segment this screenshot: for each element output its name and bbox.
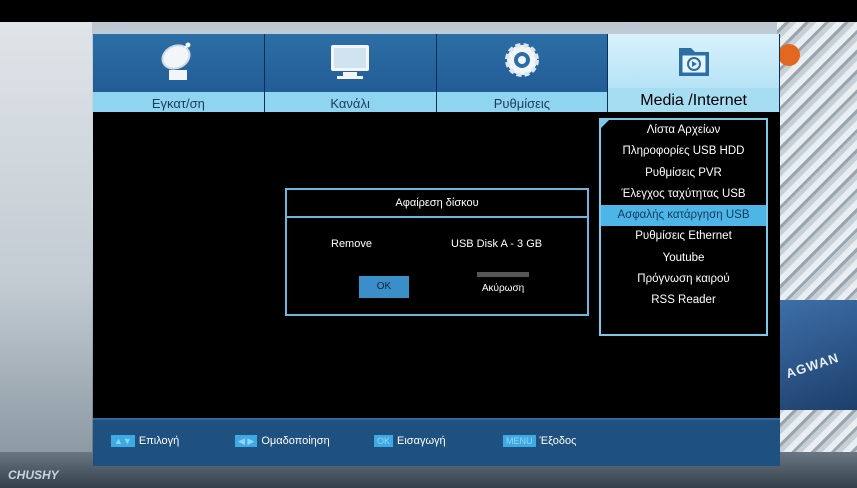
menu-item-usb-speed-test[interactable]: Έλεγχος ταχύτητας USB <box>601 184 766 205</box>
background-orange-logo <box>778 44 800 66</box>
hint-group: ◀ ▶ Ομαδοποίηση <box>235 435 330 447</box>
background-banner: AGWAN <box>779 300 857 410</box>
dialog-title: Αφαίρεση δίσκου <box>287 190 587 218</box>
hint-exit: MENU Έξοδος <box>503 435 576 447</box>
media-submenu: Λίστα Αρχείων Πληροφορίες USB HDD Ρυθμίσ… <box>599 118 768 336</box>
osd-window: Εγκατ/ση Κανάλι Ρυθμίσεις Media /Interne… <box>93 34 780 466</box>
menu-item-file-list[interactable]: Λίστα Αρχείων <box>601 120 766 141</box>
footer-hint-bar: ▲▼ Επιλογή ◀ ▶ Ομαδοποίηση OK Εισαγωγή M… <box>93 418 780 466</box>
tab-installation[interactable]: Εγκατ/ση <box>93 34 265 112</box>
tab-channel-label: Κανάλι <box>330 96 370 111</box>
tab-media-internet-label: Media /Internet <box>640 92 747 109</box>
menu-item-weather-forecast[interactable]: Πρόγνωση καιρού <box>601 269 766 290</box>
tv-icon <box>331 45 370 79</box>
up-down-key-icon: ▲▼ <box>111 435 135 447</box>
menu-item-youtube[interactable]: Youtube <box>601 248 766 269</box>
dialog-disk-select[interactable]: USB Disk A - 3 GB <box>451 238 542 250</box>
tab-installation-label: Εγκατ/ση <box>151 96 205 111</box>
menu-item-safe-remove-usb[interactable]: Ασφαλής κατάργηση USB <box>601 205 766 227</box>
tab-settings-label: Ρυθμίσεις <box>493 96 551 111</box>
dialog-remove-label: Remove <box>331 238 372 250</box>
hint-exit-text: Έξοδος <box>539 435 577 447</box>
background-left-structure <box>0 22 92 452</box>
submenu-corner-marker <box>600 119 610 129</box>
cancel-button[interactable]: Ακύρωση <box>477 272 529 301</box>
ok-button[interactable]: OK <box>359 276 409 298</box>
hint-enter: OK Εισαγωγή <box>374 435 446 447</box>
hint-enter-text: Εισαγωγή <box>397 435 446 447</box>
satellite-dish-icon <box>161 42 191 80</box>
tab-settings[interactable]: Ρυθμίσεις <box>436 34 609 112</box>
hint-select: ▲▼ Επιλογή <box>111 435 179 447</box>
tab-media-internet[interactable]: Media /Internet <box>608 34 780 112</box>
menu-item-ethernet-settings[interactable]: Ρυθμίσεις Ethernet <box>601 226 766 247</box>
menu-item-pvr-settings[interactable]: Ρυθμίσεις PVR <box>601 163 766 184</box>
menu-item-usb-hdd-info[interactable]: Πληροφορίες USB HDD <box>601 141 766 162</box>
top-black-bar <box>0 0 857 22</box>
menu-item-rss-reader[interactable]: RSS Reader <box>601 290 766 311</box>
hint-group-text: Ομαδοποίηση <box>261 435 330 447</box>
gear-icon <box>504 43 539 77</box>
background-banner-text: AGWAN <box>784 349 841 382</box>
remove-disk-dialog: Αφαίρεση δίσκου Remove USB Disk A - 3 GB… <box>285 188 589 316</box>
media-folder-icon <box>678 48 709 76</box>
menu-key-icon: MENU <box>503 435 536 447</box>
ok-key-icon: OK <box>374 435 394 447</box>
tab-channel[interactable]: Κανάλι <box>264 34 437 112</box>
background-watermark: CHUSHY <box>8 468 59 482</box>
hint-select-text: Επιλογή <box>138 435 180 447</box>
main-tab-bar: Εγκατ/ση Κανάλι Ρυθμίσεις Media /Interne… <box>93 34 780 112</box>
left-right-key-icon: ◀ ▶ <box>235 435 258 447</box>
